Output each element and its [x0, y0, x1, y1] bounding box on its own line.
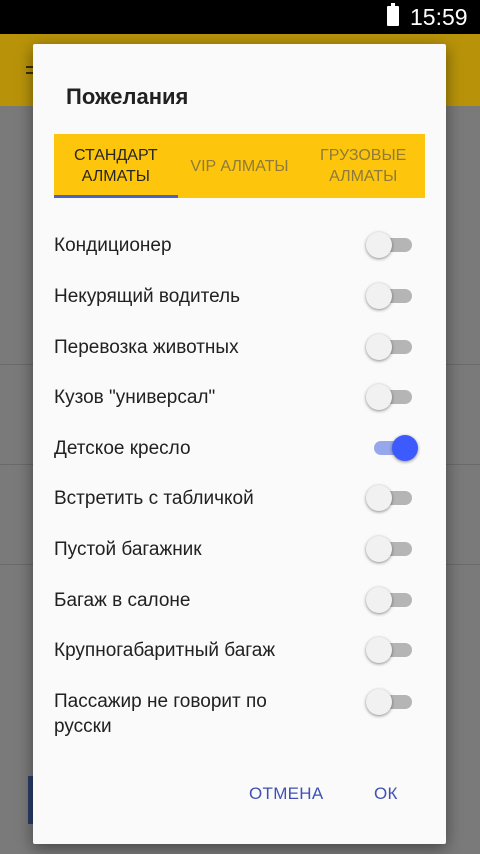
switch-thumb — [392, 435, 418, 461]
option-row[interactable]: Багаж в салоне — [33, 575, 446, 625]
option-switch[interactable] — [366, 636, 418, 664]
ok-button[interactable]: ОК — [374, 784, 398, 804]
option-label: Багаж в салоне — [54, 590, 191, 611]
status-bar: 15:59 — [0, 0, 480, 34]
option-label: Пассажир не говорит по русски — [54, 691, 267, 737]
option-label: Некурящий водитель — [54, 286, 241, 307]
switch-thumb — [366, 283, 392, 309]
option-row[interactable]: Некурящий водитель — [33, 271, 446, 321]
tab-active-indicator — [54, 195, 178, 198]
tab-standard-almaty[interactable]: СТАНДАРТ АЛМАТЫ — [54, 134, 178, 198]
option-switch[interactable] — [366, 688, 418, 716]
option-label: Перевозка животных — [54, 337, 239, 358]
option-label: Кузов "универсал" — [54, 387, 216, 408]
tab-bar: СТАНДАРТ АЛМАТЫ VIP АЛМАТЫ ГРУЗОВЫЕ АЛМА… — [54, 134, 425, 198]
option-switch[interactable] — [366, 333, 418, 361]
switch-thumb — [366, 689, 392, 715]
tab-cargo-almaty[interactable]: ГРУЗОВЫЕ АЛМАТЫ — [301, 134, 425, 198]
option-switch[interactable] — [366, 282, 418, 310]
switch-thumb — [366, 384, 392, 410]
tab-label: СТАНДАРТ АЛМАТЫ — [73, 147, 158, 185]
tab-vip-almaty[interactable]: VIP АЛМАТЫ — [178, 134, 302, 198]
switch-thumb — [366, 485, 392, 511]
option-label: Крупногабаритный багаж — [54, 640, 276, 661]
option-label: Кондиционер — [54, 235, 172, 256]
switch-thumb — [366, 587, 392, 613]
option-row[interactable]: Кузов "универсал" — [33, 372, 446, 422]
option-switch[interactable] — [366, 434, 418, 462]
option-row[interactable]: Перевозка животных — [33, 322, 446, 372]
option-label: Встретить с табличкой — [54, 488, 254, 509]
option-row[interactable]: Пассажир не говорит по русски — [33, 676, 446, 746]
dialog-title: Пожелания — [66, 84, 189, 109]
cancel-button[interactable]: ОТМЕНА — [249, 784, 324, 804]
option-label: Пустой багажник — [54, 539, 202, 560]
option-row[interactable]: Крупногабаритный багаж — [33, 625, 446, 675]
option-row[interactable]: Встретить с табличкой — [33, 473, 446, 523]
switch-thumb — [366, 232, 392, 258]
option-switch[interactable] — [366, 484, 418, 512]
status-time: 15:59 — [410, 4, 468, 30]
option-switch[interactable] — [366, 383, 418, 411]
dialog-actions: ОТМЕНА ОК — [33, 774, 446, 814]
wishes-dialog: Пожелания СТАНДАРТ АЛМАТЫ VIP АЛМАТЫ ГРУ… — [33, 44, 446, 844]
option-switch[interactable] — [366, 231, 418, 259]
option-row[interactable]: Детское кресло — [33, 423, 446, 473]
tab-label: ГРУЗОВЫЕ АЛМАТЫ — [320, 147, 407, 185]
option-row[interactable]: Кондиционер — [33, 220, 446, 270]
battery-icon — [387, 3, 399, 26]
option-label: Детское кресло — [54, 438, 191, 459]
tab-label: VIP АЛМАТЫ — [190, 157, 289, 175]
switch-thumb — [366, 637, 392, 663]
option-switch[interactable] — [366, 586, 418, 614]
switch-thumb — [366, 334, 392, 360]
switch-thumb — [366, 536, 392, 562]
option-row[interactable]: Пустой багажник — [33, 524, 446, 574]
option-switch[interactable] — [366, 535, 418, 563]
